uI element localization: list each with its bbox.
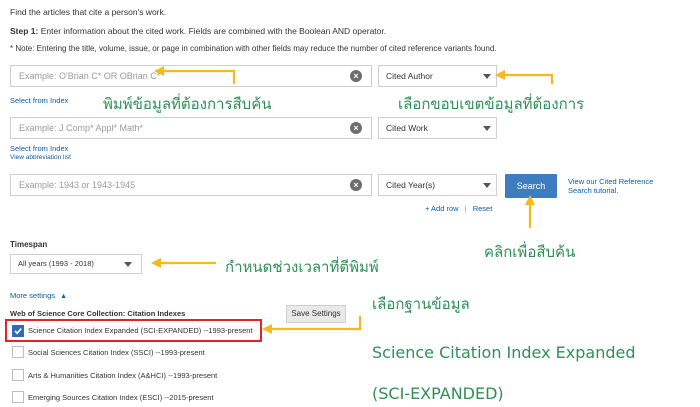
annotation-choose-db: เลือกฐานข้อมูล [372,295,470,313]
annotation-db-abbrev: (SCI-EXPANDED) [372,384,504,403]
annotation-db-name: Science Citation Index Expanded [372,343,636,362]
arrow-head-icon [151,258,161,268]
annotation-set-period: กำหนดช่วงเวลาที่ตีพิมพ์ [225,258,379,276]
arrow-head-icon [262,324,272,334]
annotation-type-info: พิมพ์ข้อมูลที่ต้องการสืบค้น [103,95,272,113]
arrow-field [503,73,554,84]
arrow-head-icon [525,195,535,205]
arrow-database [270,316,362,331]
arrow-head-icon [495,70,505,80]
annotation-choose-scope: เลือกขอบเขตข้อมูลที่ต้องการ [398,95,585,113]
annotation-click-search: คลิกเพื่อสืบค้น [484,243,576,261]
arrow-author [162,69,236,84]
arrow-head-icon [154,66,164,76]
